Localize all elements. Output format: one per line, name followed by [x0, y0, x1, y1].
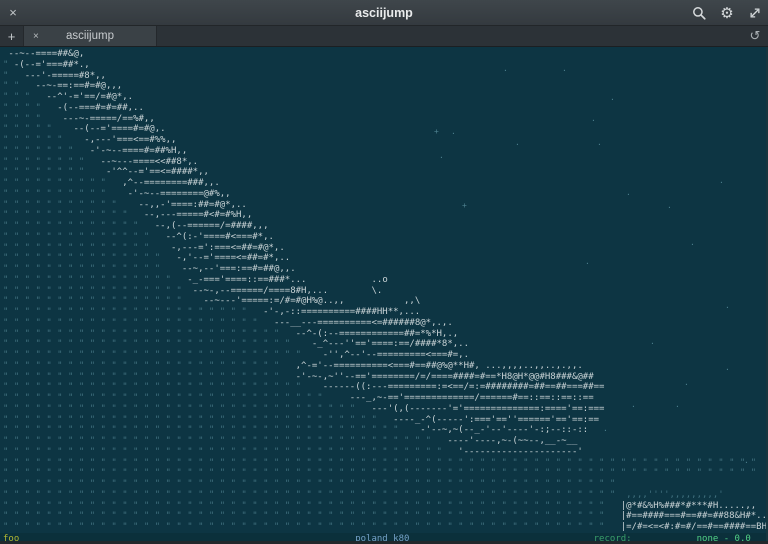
- tab-asciijump[interactable]: × asciijump: [24, 26, 157, 46]
- terminal-line: " " " " " " " " " " " " " " " " " " " " …: [3, 479, 766, 490]
- terminal-line: " " " " " " " " " " " " " " " " " " " " …: [3, 393, 766, 404]
- terminal-line: " " " " " " " " " " " " " " " " " " " " …: [3, 361, 766, 372]
- terminal-line: " " " " " " " " " " " " " " " " " " " " …: [3, 372, 766, 383]
- expand-icon[interactable]: [746, 4, 764, 22]
- terminal-window: × asciijump ⚙ + ×: [0, 0, 768, 544]
- terminal-line: " " " " " " " " " " " " " " " " " " " " …: [3, 350, 766, 361]
- terminal-line: " " " " " " " " " " " " " " " " " --~---…: [3, 296, 766, 307]
- gear-glyph: ⚙: [720, 6, 733, 21]
- titlebar-icons: ⚙: [690, 0, 764, 26]
- terminal-line: " " " " " " " " " " " " " " " --~,--'===…: [3, 264, 766, 275]
- terminal-line: " " " " " " -,---'===<==#%%,,: [3, 135, 766, 146]
- terminal-line: " " " " " " " " " " " " " " " " " " " " …: [3, 522, 766, 533]
- terminal-line: " " " " " " " " " " " " " " " " " " " " …: [3, 339, 766, 350]
- gear-icon[interactable]: ⚙: [718, 4, 736, 22]
- terminal-line: " " " " " " " " " " " " " " " " " " " " …: [3, 425, 766, 436]
- terminal-line: " " " " " " " " " " " " " " " " " " " " …: [3, 490, 766, 501]
- terminal-line: " " " " " " " " " " -'-~--========@#%,,: [3, 189, 766, 200]
- terminal-line: " " " " " " " " " " ,^--========###,,.: [3, 178, 766, 189]
- terminal-line: " " " " " " " " " " " " " " " " -_-==='=…: [3, 275, 766, 286]
- terminal-line: " " " " " " " " " " " " " " " " " " " " …: [3, 382, 766, 393]
- terminal-line: " -(--='===##*.,: [3, 60, 766, 71]
- terminal-line: " " " " " " " " " " " " " " " -,'--='===…: [3, 253, 766, 264]
- terminal-line: " " " " " " " " " " " " " " -,---=':===<…: [3, 243, 766, 254]
- terminal-line: " " " " " " " -'-~--====#=##%H,,: [3, 146, 766, 157]
- terminal-line: " " " " " " " " " " " " " " " " " " " " …: [3, 511, 766, 522]
- terminal-line: " " " " " " " " --~---====<<##8*,.: [3, 157, 766, 168]
- terminal-line: " " " " " " " " " " " " " " " " " " " " …: [3, 436, 766, 447]
- terminal-line: " " " " " " " " " " " " " " " " " " " " …: [3, 501, 766, 512]
- terminal-line: " " " " " " " " " " " " " " " " " " " " …: [3, 318, 766, 329]
- window-title: asciijump: [0, 0, 768, 26]
- terminal-line: " " " " " " " " -'^^--='==<=####*,,: [3, 167, 766, 178]
- search-icon[interactable]: [690, 4, 708, 22]
- terminal-line: " " " " " " " " " " " " " " --^(:-'====#…: [3, 232, 766, 243]
- window-close-button[interactable]: ×: [0, 0, 26, 26]
- terminal-line: " " " " -(--===#=#=##,..: [3, 103, 766, 114]
- tabbar-spacer: [157, 26, 742, 46]
- terminal-line: " " " " " " " " " " " " " " " " " " " " …: [3, 329, 766, 340]
- tab-label: asciijump: [24, 30, 156, 42]
- terminal-line: " " " " " " " " " " " " " " " " " --~-,-…: [3, 286, 766, 297]
- terminal-line: " " " " ---~-=====/==%#,,: [3, 114, 766, 125]
- terminal-line: " " " --^'-='==/=#@*,.: [3, 92, 766, 103]
- tabbar: + × asciijump ↺: [0, 26, 768, 47]
- terminal-line: " " " " " " " " " " " " " " " " " " " " …: [3, 458, 766, 469]
- terminal-line: " " " " " --(--='====#=#@,.: [3, 124, 766, 135]
- terminal-line: " " " " " " " " " " " " " " " " " " " " …: [3, 415, 766, 426]
- tab-close-icon[interactable]: ×: [33, 31, 39, 42]
- terminal-line: " " " " " " " " " " " --,,-'====:##=#@*,…: [3, 200, 766, 211]
- new-tab-button[interactable]: +: [0, 26, 24, 46]
- terminal-line: " " " " " " " " " " " " " " " " " " " " …: [3, 307, 766, 318]
- history-icon[interactable]: ↺: [742, 26, 768, 46]
- terminal-screen[interactable]: --~--====##&@," -(--='===##*.," ---'-===…: [3, 49, 766, 544]
- terminal-line: " " " " " " " " " " " " " " " " " " " " …: [3, 447, 766, 458]
- terminal-line: " " " " " " " " " " " " " --,(--======/=…: [3, 221, 766, 232]
- titlebar: × asciijump ⚙: [0, 0, 768, 26]
- terminal-area[interactable]: --~--====##&@," -(--='===##*.," ---'-===…: [0, 47, 768, 544]
- terminal-line: --~--====##&@,: [3, 49, 766, 60]
- terminal-line: " " " " " " " " " " " " --,---=====#<#=#…: [3, 210, 766, 221]
- terminal-line: " " " " " " " " " " " " " " " " " " " " …: [3, 468, 766, 479]
- terminal-line: " " " " " " " " " " " " " " " " " " " " …: [3, 404, 766, 415]
- terminal-line: " ---'-=====#8*,,: [3, 71, 766, 82]
- terminal-line: " " --~-==:==#=#@,,,: [3, 81, 766, 92]
